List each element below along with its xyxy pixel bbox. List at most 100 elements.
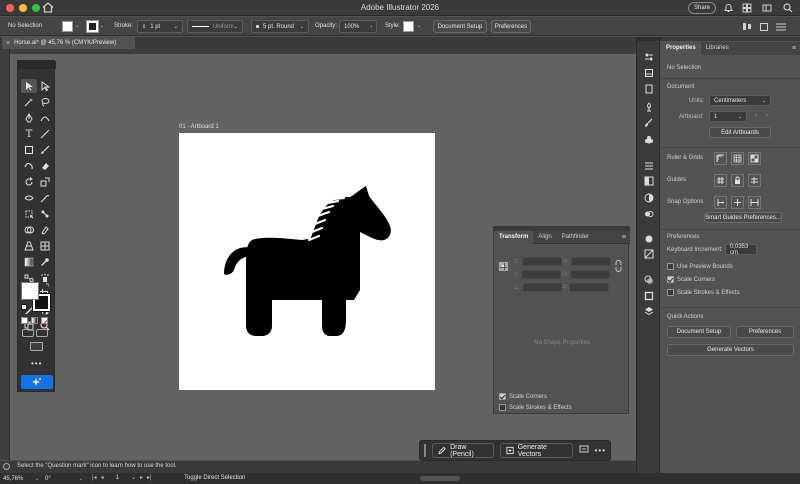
task-bar-options-icon[interactable] [579, 445, 589, 456]
smart-guides-icon[interactable] [748, 174, 761, 187]
horse-illustration[interactable] [179, 133, 435, 390]
graphic-styles-icon[interactable] [642, 247, 655, 260]
stepper-icon[interactable]: ⇕ [142, 24, 146, 30]
scale-corners-checkbox-props[interactable] [667, 276, 674, 283]
shape-builder-tool-icon[interactable] [21, 223, 37, 237]
eyedropper-tool-icon[interactable] [37, 255, 53, 269]
more-tools-icon[interactable]: ••• [31, 359, 42, 368]
scale-tool-icon[interactable] [37, 175, 53, 189]
tab-pathfinder[interactable]: Pathfinder [557, 231, 594, 244]
layers-stack-icon[interactable] [642, 304, 655, 317]
brush-definition[interactable]: 5 pt. Round ⌄ [251, 20, 309, 33]
screen-mode-icon[interactable] [30, 342, 43, 351]
line-segment-tool-icon[interactable] [37, 127, 53, 141]
current-tool-name[interactable]: Toggle Direct Selection [184, 475, 245, 481]
reference-point-dot[interactable] [504, 267, 507, 270]
graphic-style-swatch[interactable] [403, 21, 414, 32]
symbols-panel-icon[interactable] [642, 100, 655, 113]
libraries-panel-icon[interactable] [642, 82, 655, 95]
arrange-documents-icon[interactable] [740, 1, 753, 14]
free-transform-tool-icon[interactable] [21, 207, 37, 221]
panel-menu-icon[interactable] [774, 20, 787, 33]
fill-swatch[interactable] [62, 21, 73, 32]
transparency-panel-icon[interactable] [642, 273, 655, 286]
warp-tool-icon[interactable] [37, 191, 53, 205]
toolbar-grip[interactable] [18, 61, 56, 69]
share-button[interactable]: Share [688, 2, 716, 14]
transform-icon[interactable] [757, 20, 770, 33]
swatches-panel-icon[interactable] [642, 174, 655, 187]
fill-color-box[interactable] [21, 282, 39, 300]
hint-help-icon[interactable] [3, 463, 10, 470]
task-bar-more-icon[interactable]: ••• [595, 446, 606, 455]
reference-point-icon[interactable] [499, 262, 508, 271]
generative-ai-button[interactable] [21, 375, 53, 389]
draw-behind-icon[interactable] [36, 329, 48, 337]
perspective-grid-tool-icon[interactable] [21, 239, 37, 253]
panel-menu-icon[interactable]: ≡ [792, 45, 796, 52]
align-panel-icon[interactable] [642, 159, 655, 172]
bell-icon[interactable] [722, 1, 735, 14]
properties-panel-icon[interactable] [642, 50, 655, 63]
lasso-tool-icon[interactable] [37, 95, 53, 109]
width-tool-icon[interactable] [21, 191, 37, 205]
generate-vectors-button[interactable]: Generate Vectors [499, 443, 573, 458]
gradient-icon[interactable] [31, 317, 38, 324]
club-symbol-icon[interactable] [642, 133, 655, 146]
mesh-tool-icon[interactable] [37, 239, 53, 253]
first-artboard-icon[interactable]: |◂ [92, 474, 97, 481]
tab-libraries[interactable]: Libraries [701, 42, 734, 55]
none-icon[interactable] [41, 317, 48, 324]
tab-align[interactable]: Align [533, 231, 556, 244]
w-field[interactable] [571, 257, 612, 266]
puppet-warp-tool-icon[interactable] [37, 207, 53, 221]
scale-corners-option[interactable]: Scale Corners [499, 393, 547, 400]
zoom-field[interactable]: 45,76% ⌄ [3, 474, 39, 483]
artboard-number[interactable]: 1 [116, 475, 119, 481]
default-fill-stroke-icon[interactable] [21, 304, 27, 310]
shear-field[interactable] [569, 283, 610, 292]
color-icon[interactable] [21, 317, 28, 324]
panel-menu-icon[interactable]: ≡ [622, 234, 626, 241]
scale-corners-checkbox[interactable] [499, 393, 506, 400]
color-guide-icon[interactable] [642, 207, 655, 220]
scale-strokes-option[interactable]: Scale Strokes & Effects [667, 289, 740, 296]
snap-to-point-icon[interactable] [714, 196, 727, 209]
gradient-tool-icon[interactable] [21, 255, 37, 269]
fill-dropdown-icon[interactable]: ⌄ [75, 23, 79, 29]
swap-fill-stroke-icon[interactable]: ↰ [45, 282, 50, 289]
next-artboard-icon[interactable]: › [766, 113, 768, 119]
artboard-dropdown[interactable]: 1 ⌄ [709, 111, 747, 122]
keyboard-increment-field[interactable]: 0,0353 cm [725, 244, 757, 256]
x-field[interactable] [521, 257, 562, 266]
magic-wand-tool-icon[interactable] [21, 95, 37, 109]
stroke-dropdown-icon[interactable]: ⌄ [100, 23, 104, 29]
artboard[interactable] [179, 133, 435, 390]
scale-strokes-checkbox-props[interactable] [667, 289, 674, 296]
quick-preferences-button[interactable]: Preferences [736, 326, 794, 338]
tab-properties[interactable]: Properties [661, 42, 701, 55]
close-tab-icon[interactable]: × [6, 40, 10, 47]
stroke-panel-icon[interactable] [642, 289, 655, 302]
variable-width-profile[interactable]: Uniform ⌄ [187, 20, 243, 33]
tab-transform[interactable]: Transform [494, 230, 534, 244]
previous-artboard-icon[interactable]: ◂ [101, 474, 104, 481]
next-artboard-icon[interactable]: ▸ [140, 474, 143, 481]
h-field[interactable] [570, 270, 610, 279]
type-tool-icon[interactable]: T [21, 127, 37, 141]
strip-grip[interactable] [637, 37, 661, 41]
artboard-label[interactable]: 01 - Artboard 1 [179, 124, 219, 130]
rectangle-tool-icon[interactable] [21, 143, 37, 157]
constrain-proportions-icon[interactable] [614, 260, 623, 274]
rotate-tool-icon[interactable] [21, 175, 37, 189]
scale-strokes-option[interactable]: Scale Strokes & Effects [499, 404, 572, 411]
fill-stroke-widget[interactable]: ↰ [21, 282, 53, 312]
distribute-icon[interactable] [740, 20, 753, 33]
horizontal-ruler[interactable] [10, 49, 636, 54]
scale-strokes-checkbox[interactable] [499, 404, 506, 411]
brushes-panel-icon[interactable] [642, 116, 655, 129]
grid-icon[interactable] [731, 152, 744, 165]
search-icon[interactable] [781, 1, 794, 14]
stroke-swatch[interactable] [86, 20, 99, 33]
panel-grip[interactable] [661, 37, 800, 41]
